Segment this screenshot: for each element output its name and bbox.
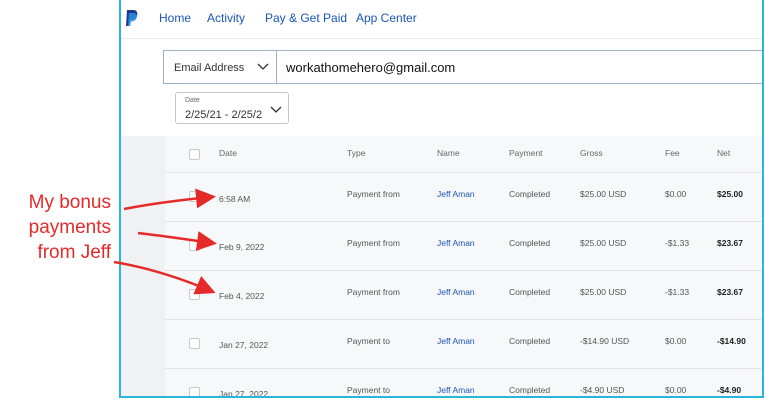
annotation-arrows (113, 188, 217, 295)
arrow-to-row-1 (123, 188, 216, 211)
arrow-to-row-3 (113, 260, 216, 295)
arrow-to-row-2 (137, 231, 217, 251)
